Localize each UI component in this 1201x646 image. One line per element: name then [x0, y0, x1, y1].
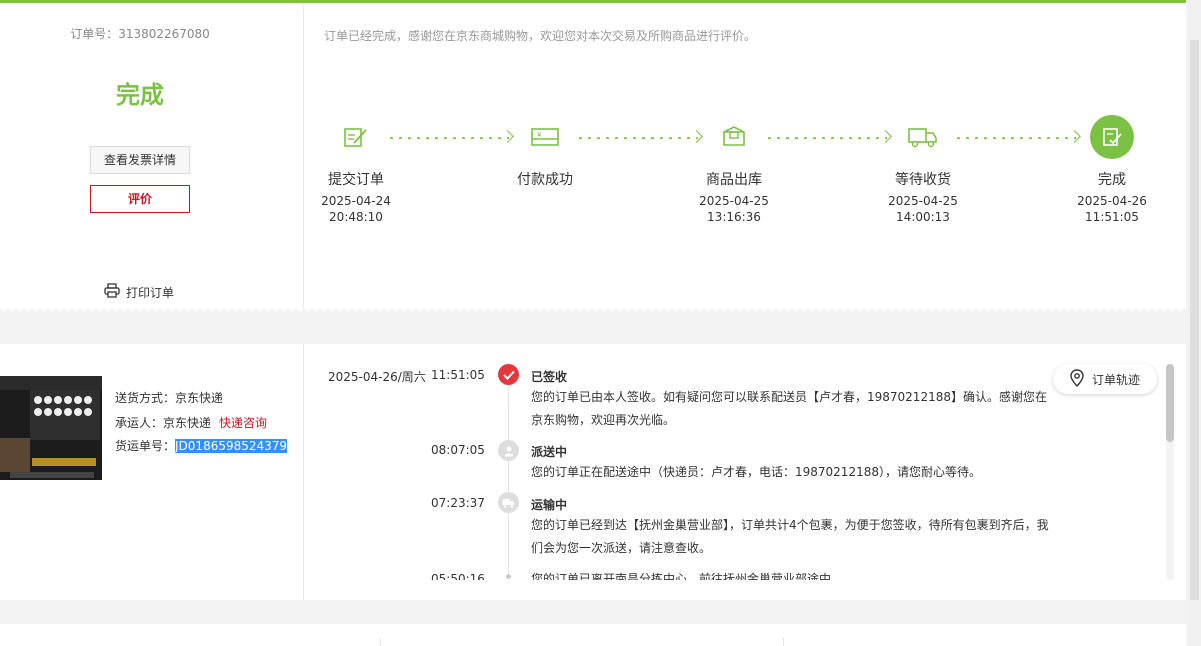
event-date: 2025-04-26/周六 — [328, 370, 426, 384]
progress-connector — [765, 137, 887, 139]
step-date: 2025-04-25 — [699, 194, 769, 208]
order-status-text: 完成 — [116, 81, 164, 109]
edit-order-icon — [334, 115, 378, 159]
divider — [783, 638, 784, 646]
tracking-label: 货运单号： — [115, 439, 176, 453]
progress-connector — [954, 137, 1076, 139]
tracking-number[interactable]: JD0186598524379 — [175, 439, 288, 453]
timeline-line — [508, 384, 509, 578]
event-time: 11:51:05 — [431, 368, 485, 382]
step-date: 2025-04-26 — [1077, 194, 1147, 208]
step-time: 11:51:05 — [1085, 210, 1139, 224]
carrier-label: 承运人：京东快递 — [115, 416, 212, 430]
divider — [303, 344, 304, 600]
shipping-method: 送货方式：京东快递 — [115, 391, 224, 405]
event-description: 您的订单已离开南昌分拣中心，前往抚州金巢营业部途中 — [531, 572, 832, 580]
order-track-label: 订单轨迹 — [1091, 372, 1140, 387]
step-date: 2025-04-24 — [321, 194, 391, 208]
order-track-button[interactable]: 订单轨迹 — [1053, 364, 1157, 394]
event-description: 您的订单已经到达【抚州金巢营业部】，订单共计4个包裹，为便于您签收，待所有包裹到… — [531, 518, 1049, 555]
event-time: 05:50:16 — [431, 572, 485, 580]
tracking-row: 货运单号：JD0186598524379 — [115, 437, 288, 454]
progress-connector — [387, 137, 509, 139]
location-pin-icon — [1070, 368, 1084, 390]
review-button[interactable]: 评价 — [90, 185, 190, 213]
order-notice: 订单已经完成，感谢您在京东商城购物，欢迎您对本次交易及所购商品进行评价。 — [324, 29, 757, 43]
step-name: 商品出库 — [706, 172, 762, 188]
timeline-dot — [506, 574, 511, 579]
courier-inquiry-link[interactable]: 快递咨询 — [219, 416, 267, 430]
completed-check-icon — [1090, 115, 1134, 159]
transport-truck-icon — [498, 492, 519, 513]
step-time: 13:16:36 — [707, 210, 761, 224]
svg-text:¥: ¥ — [537, 131, 542, 139]
print-order-label: 打印订单 — [126, 285, 175, 300]
courier-person-icon — [498, 440, 519, 461]
progress-connector — [576, 137, 698, 139]
carrier-row: 承运人：京东快递 快递咨询 — [115, 414, 267, 431]
step-name: 付款成功 — [517, 172, 573, 188]
event-title: 派送中 — [531, 445, 568, 459]
step-date: 2025-04-25 — [888, 194, 958, 208]
step-time: 14:00:13 — [896, 210, 950, 224]
divider — [380, 638, 381, 646]
event-description: 您的订单已由本人签收。如有疑问您可以联系配送员【卢才春，19870212188】… — [531, 390, 1047, 427]
step-time: 20:48:10 — [329, 210, 383, 224]
event-time: 07:23:37 — [431, 496, 485, 510]
printer-icon — [104, 283, 120, 301]
package-box-icon — [712, 115, 756, 159]
step-submit-order: 提交订单 2025-04-24 20:48:10 — [301, 115, 411, 225]
event-time: 08:07:05 — [431, 443, 485, 457]
order-number: 订单号：313802267080 — [70, 27, 210, 41]
print-order-link[interactable]: 打印订单 — [104, 283, 174, 301]
event-title: 运输中 — [531, 498, 568, 512]
section-divider — [0, 308, 1186, 320]
payment-card-icon: ¥ — [523, 115, 567, 159]
page-scrollbar-thumb[interactable] — [1190, 40, 1199, 600]
event-title: 已签收 — [531, 370, 568, 384]
timeline-scrollbar-thumb[interactable] — [1166, 364, 1174, 442]
check-circle-icon — [498, 364, 519, 385]
step-name: 等待收货 — [895, 172, 951, 188]
order-status-panel: 订单号：313802267080 完成 查看发票详情 评价 打印订单 订单已经完… — [0, 0, 1186, 308]
step-name: 提交订单 — [328, 172, 384, 188]
step-name: 完成 — [1098, 172, 1126, 188]
timeline-clip: 05:50:16 您的订单已离开南昌分拣中心，前往抚州金巢营业部途中 — [0, 570, 1160, 580]
step-payment: ¥ 付款成功 — [490, 115, 600, 189]
next-section-panel — [0, 624, 1186, 646]
step-icon-wrap — [1090, 115, 1134, 159]
view-invoice-button[interactable]: 查看发票详情 — [90, 146, 190, 174]
product-thumbnail[interactable] — [0, 376, 102, 480]
delivery-truck-icon — [901, 115, 945, 159]
event-description: 您的订单正在配送途中（快递员：卢才春，电话：19870212188），请您耐心等… — [531, 465, 981, 479]
